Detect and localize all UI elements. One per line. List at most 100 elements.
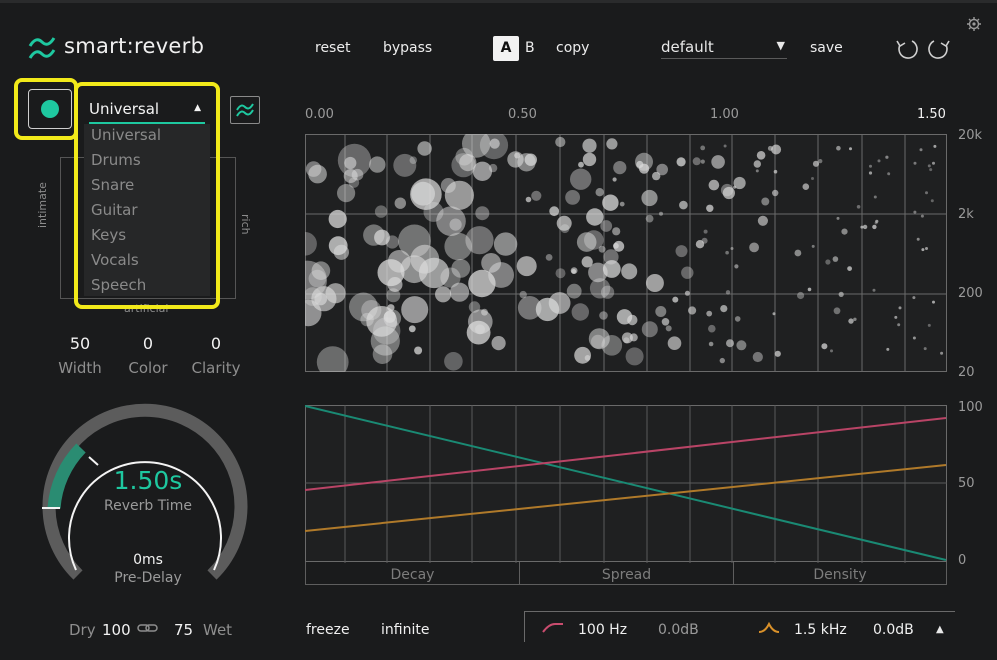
- particle: [629, 333, 638, 342]
- freq-tick-3: 20: [958, 365, 975, 380]
- particle: [940, 351, 944, 355]
- low-cut-icon: [542, 623, 563, 633]
- particle: [832, 256, 839, 262]
- particle: [507, 151, 524, 168]
- mid-gain-value[interactable]: 0.0dB: [873, 622, 914, 638]
- save-button[interactable]: save: [810, 40, 843, 56]
- particle: [613, 161, 627, 175]
- particle: [401, 296, 429, 324]
- particle: [688, 306, 697, 315]
- particle: [916, 237, 920, 241]
- particle: [927, 164, 931, 168]
- particle: [410, 178, 442, 210]
- particle: [556, 215, 572, 231]
- particle: [676, 157, 686, 167]
- particle: [894, 315, 898, 319]
- particle: [408, 325, 416, 333]
- profile-adapt-icon: [236, 103, 254, 117]
- top-strip: [0, 0, 997, 3]
- link-icon[interactable]: [137, 622, 159, 634]
- particle: [374, 205, 388, 218]
- b-button[interactable]: B: [525, 40, 535, 56]
- particle: [706, 204, 714, 212]
- particle: [929, 168, 933, 172]
- preset-dropdown[interactable]: default ▼: [661, 38, 787, 59]
- particle: [565, 190, 580, 205]
- undo-icon[interactable]: [894, 36, 920, 62]
- wet-label: Wet: [203, 621, 233, 639]
- bypass-button[interactable]: bypass: [383, 40, 432, 56]
- settings-gear-icon[interactable]: [966, 16, 982, 32]
- particle: [755, 169, 759, 173]
- particle: [838, 291, 844, 297]
- tab-decay[interactable]: Decay: [305, 562, 520, 585]
- particle: [545, 254, 553, 261]
- particle: [753, 160, 761, 168]
- particle: [725, 290, 731, 295]
- particle: [708, 324, 716, 333]
- particle: [774, 350, 781, 357]
- tab-density[interactable]: Density: [733, 562, 947, 585]
- tab-spread[interactable]: Spread: [519, 562, 734, 585]
- particle: [383, 310, 396, 323]
- particle: [872, 224, 877, 230]
- xy-right-label: rich: [239, 214, 252, 235]
- wet-value[interactable]: 75: [174, 621, 193, 639]
- a-button[interactable]: A: [493, 36, 519, 61]
- particle: [600, 220, 613, 232]
- particle: [856, 205, 861, 209]
- freq-tick-2: 200: [958, 286, 983, 301]
- time-tick-1: 0.50: [508, 107, 537, 122]
- particle: [771, 144, 782, 155]
- particle: [606, 138, 618, 150]
- particle: [349, 292, 378, 322]
- color-value[interactable]: 0: [118, 334, 178, 353]
- particle: [925, 247, 928, 250]
- mid-freq-value[interactable]: 1.5 kHz: [794, 622, 847, 638]
- particle: [725, 250, 729, 255]
- particle: [627, 314, 638, 326]
- particle: [589, 278, 611, 299]
- particle: [517, 296, 542, 320]
- copy-button[interactable]: copy: [556, 40, 589, 56]
- expand-arrow-icon[interactable]: ▲: [936, 624, 944, 635]
- particle: [516, 256, 537, 277]
- particle: [868, 171, 873, 175]
- particle: [374, 229, 390, 246]
- infinite-button[interactable]: infinite: [381, 622, 429, 638]
- particle: [726, 339, 734, 348]
- freeze-button[interactable]: freeze: [306, 622, 350, 638]
- envelope-graph[interactable]: [305, 405, 947, 563]
- particle: [757, 215, 768, 226]
- particle: [659, 211, 663, 216]
- predelay-value[interactable]: 0ms: [98, 552, 198, 568]
- preset-name: default: [661, 38, 714, 56]
- low-freq-value[interactable]: 100 Hz: [578, 622, 627, 638]
- redo-icon[interactable]: [926, 36, 954, 62]
- particle: [734, 316, 741, 322]
- particle: [708, 179, 720, 191]
- particle: [601, 335, 623, 356]
- particle: [836, 145, 841, 151]
- particle: [449, 282, 470, 302]
- particle: [821, 343, 828, 350]
- particle: [468, 269, 496, 298]
- particle: [930, 199, 934, 203]
- particle: [645, 214, 654, 223]
- reset-button[interactable]: reset: [315, 40, 350, 56]
- clarity-value[interactable]: 0: [186, 334, 246, 353]
- reverb-time-value: 1.50s: [113, 466, 183, 495]
- particle: [414, 346, 423, 355]
- power-button[interactable]: [28, 89, 72, 129]
- particle: [344, 156, 357, 170]
- particle: [913, 161, 917, 165]
- width-label: Width: [58, 359, 102, 377]
- particle: [913, 210, 917, 214]
- width-value[interactable]: 50: [50, 334, 110, 353]
- particle: [582, 152, 597, 167]
- profile-adapt-button[interactable]: [230, 96, 260, 124]
- particle: [711, 155, 725, 169]
- low-gain-value[interactable]: 0.0dB: [658, 622, 699, 638]
- dry-value[interactable]: 100: [102, 621, 131, 639]
- particle: [333, 244, 349, 260]
